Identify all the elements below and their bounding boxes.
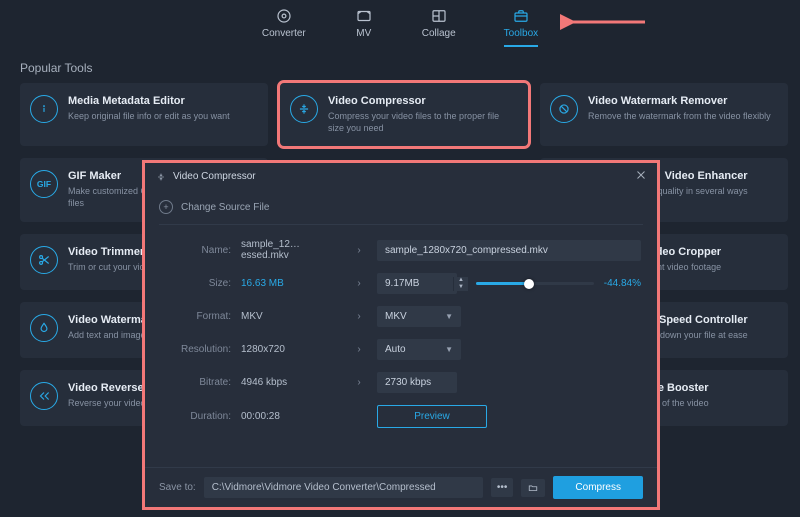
chevron-right-icon: › [351,311,367,322]
chevron-down-icon: ▼ [445,312,453,321]
toolbox-icon [511,6,531,26]
size-slider[interactable] [476,282,594,285]
info-icon [30,95,58,123]
folder-icon [527,483,539,493]
tool-desc: Compress your video files to the proper … [328,110,516,134]
size-label: Size: [161,278,231,289]
change-source-file-button[interactable]: + Change Source File [159,194,643,225]
size-orig-value: 16.63 MB [241,278,341,289]
nav-mv[interactable]: MV [354,6,374,47]
change-source-label: Change Source File [181,202,269,213]
mv-icon [354,6,374,26]
save-path-input[interactable] [204,477,483,498]
chevron-right-icon: › [351,344,367,355]
bitrate-input[interactable] [377,372,457,393]
collage-icon [429,6,449,26]
format-label: Format: [161,311,231,322]
preview-button[interactable]: Preview [377,405,487,428]
nav-label: MV [356,28,371,39]
browse-path-button[interactable]: ••• [491,478,514,497]
step-down-icon[interactable]: ▼ [454,284,468,291]
section-title: Popular Tools [20,61,800,75]
tool-video-watermark-remover[interactable]: Video Watermark Remover Remove the water… [540,83,788,146]
nav-label: Toolbox [504,28,538,39]
chevron-right-icon: › [351,278,367,289]
bitrate-orig-value: 4946 kbps [241,377,341,388]
compress-form: Name: sample_12…essed.mkv › Size: 16.63 … [159,225,643,428]
size-percent: -44.84% [604,278,641,289]
name-label: Name: [161,245,231,256]
name-value: sample_12…essed.mkv [241,239,341,261]
resolution-select[interactable]: Auto ▼ [377,339,461,360]
video-compressor-dialog: Video Compressor + Change Source File Na… [142,160,660,510]
open-folder-button[interactable] [521,479,545,497]
tool-desc: Remove the watermark from the video flex… [588,110,771,122]
scissors-icon [30,246,58,274]
resolution-label: Resolution: [161,344,231,355]
nav-label: Collage [422,28,456,39]
tool-title: Video Compressor [328,95,516,107]
slider-thumb[interactable] [524,279,534,289]
nav-label: Converter [262,28,306,39]
format-orig-value: MKV [241,311,341,322]
nav-converter[interactable]: Converter [262,6,306,47]
drop-icon [30,314,58,342]
chevron-right-icon: › [351,377,367,388]
plus-icon: + [159,200,173,214]
nav-collage[interactable]: Collage [422,6,456,47]
top-nav: Converter MV Collage Toolbox [0,0,800,47]
chevron-right-icon: › [351,245,367,256]
tool-title: Video Watermark Remover [588,95,771,107]
filename-input[interactable] [377,240,641,261]
duration-label: Duration: [161,411,231,422]
compress-icon [290,95,318,123]
select-value: MKV [385,311,407,322]
compress-button[interactable]: Compress [553,476,643,499]
chevron-down-icon: ▼ [445,345,453,354]
close-button[interactable] [635,169,647,184]
dialog-titlebar: Video Compressor [145,163,657,190]
tool-video-compressor[interactable]: Video Compressor Compress your video fil… [280,83,528,146]
compress-icon [155,171,167,183]
arrow-annotation [560,10,650,36]
resolution-orig-value: 1280x720 [241,344,341,355]
saveto-label: Save to: [159,482,196,493]
tool-media-metadata-editor[interactable]: Media Metadata Editor Keep original file… [20,83,268,146]
select-value: Auto [385,344,406,355]
dialog-title: Video Compressor [173,171,256,182]
size-stepper[interactable]: ▲▼ [377,273,468,294]
size-input[interactable] [377,273,457,294]
bitrate-label: Bitrate: [161,377,231,388]
duration-value: 00:00:28 [241,411,341,422]
gif-icon: GIF [30,170,58,198]
reverse-icon [30,382,58,410]
nav-toolbox[interactable]: Toolbox [504,6,538,47]
converter-icon [274,6,294,26]
step-up-icon[interactable]: ▲ [454,277,468,284]
tool-desc: Keep original file info or edit as you w… [68,110,230,122]
dialog-footer: Save to: ••• Compress [145,467,657,507]
tool-title: Media Metadata Editor [68,95,230,107]
format-select[interactable]: MKV ▼ [377,306,461,327]
watermark-remove-icon [550,95,578,123]
